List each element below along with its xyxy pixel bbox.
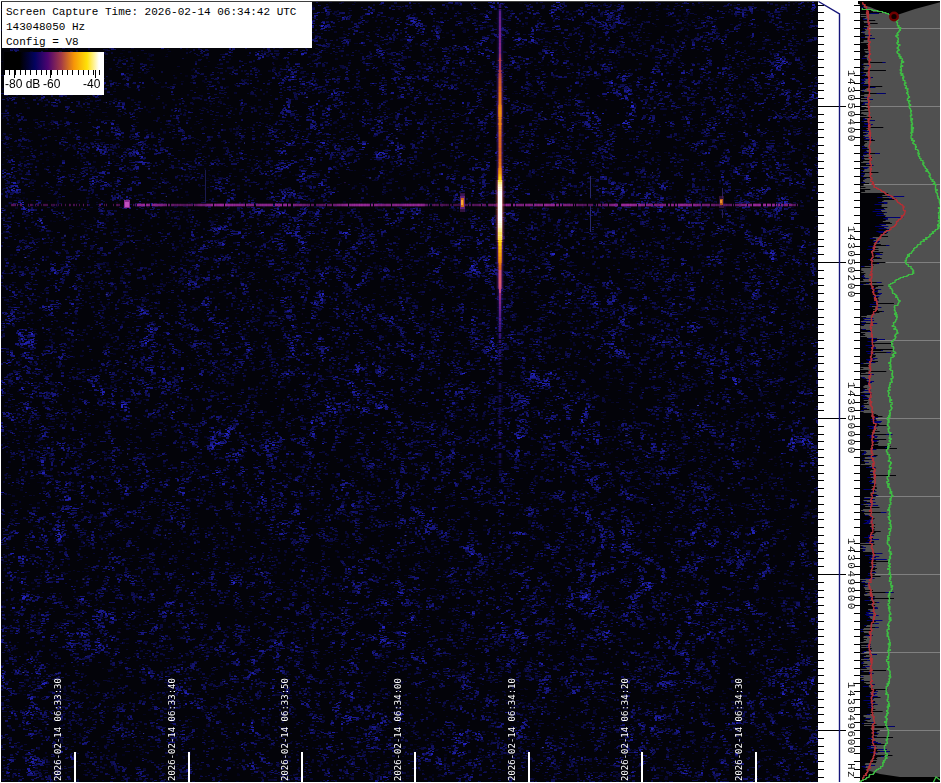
time-label: 2026-02-14 06:33:30 — [53, 678, 63, 781]
config-line: Config = V8 — [6, 35, 312, 50]
time-tick — [414, 752, 416, 782]
time-label: 2026-02-14 06:34:20 — [620, 678, 630, 781]
colorbar-ticks — [4, 70, 104, 75]
time-tick — [74, 752, 76, 782]
screen-capture: Screen Capture Time: 2026-02-14 06:34:42… — [0, 0, 941, 783]
time-tick — [301, 752, 303, 782]
time-label: 2026-02-14 06:34:10 — [507, 678, 517, 781]
time-label: 2026-02-14 06:34:30 — [734, 678, 744, 781]
spectrogram-canvas — [0, 0, 941, 783]
colorbar-label-80db: -80 dB — [5, 77, 40, 91]
time-label: 2026-02-14 06:33:40 — [167, 678, 177, 781]
freq-label: 143049800 — [845, 538, 856, 611]
colorbar: -80 dB -60 -40 — [4, 52, 104, 95]
info-box: Screen Capture Time: 2026-02-14 06:34:42… — [2, 2, 312, 48]
time-tick — [755, 752, 757, 782]
frequency-line: 143048050 Hz — [6, 20, 312, 35]
time-label: 2026-02-14 06:33:50 — [280, 678, 290, 781]
capture-time-line: Screen Capture Time: 2026-02-14 06:34:42… — [6, 5, 312, 20]
colorbar-gradient — [4, 52, 104, 70]
colorbar-label-60: -60 — [43, 77, 60, 91]
time-tick — [528, 752, 530, 782]
freq-label: 143049600 Hz — [845, 682, 856, 779]
colorbar-label-40: -40 — [83, 77, 100, 91]
freq-label: 143050200 — [845, 226, 856, 299]
time-label: 2026-02-14 06:34:00 — [393, 678, 403, 781]
freq-label: 143050000 — [845, 382, 856, 455]
time-tick — [188, 752, 190, 782]
time-tick — [641, 752, 643, 782]
freq-label: 143050400 — [845, 70, 856, 143]
